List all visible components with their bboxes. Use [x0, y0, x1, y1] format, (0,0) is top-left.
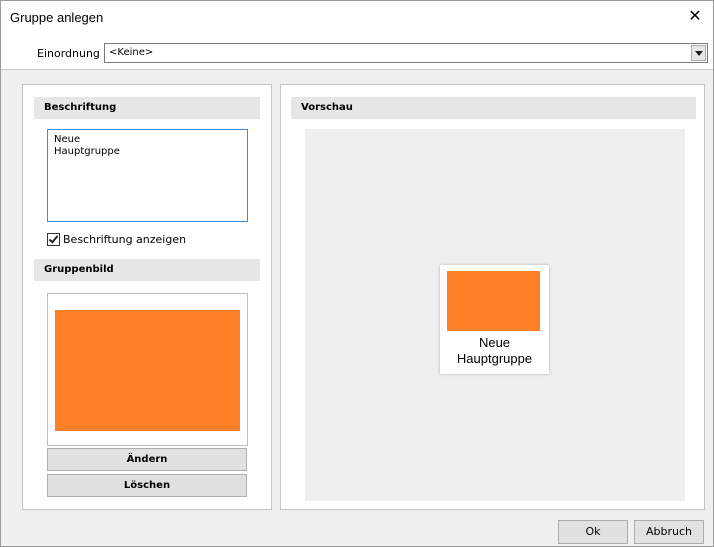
window-title: Gruppe anlegen: [10, 10, 104, 25]
checkmark-icon: [48, 233, 59, 244]
preview-panel: Vorschau Neue Hauptgruppe: [280, 84, 705, 510]
ok-button[interactable]: Ok: [558, 520, 628, 544]
einordnung-value: <Keine>: [109, 47, 154, 58]
chevron-down-icon: [695, 51, 703, 56]
beschriftung-textarea[interactable]: Neue Hauptgruppe: [47, 129, 248, 222]
preview-tile-image: [447, 271, 540, 331]
einordnung-select[interactable]: <Keine>: [104, 43, 708, 63]
vorschau-header: Vorschau: [291, 97, 696, 119]
group-image-swatch: [55, 310, 240, 431]
group-image-box: [47, 293, 248, 446]
title-bar: Gruppe anlegen ✕: [1, 1, 713, 34]
dialog-window: Gruppe anlegen ✕ Einordnung <Keine> Besc…: [0, 0, 714, 547]
settings-panel: Beschriftung Neue Hauptgruppe Beschriftu…: [22, 84, 272, 510]
beschriftung-header: Beschriftung: [34, 97, 260, 119]
show-label-checkbox[interactable]: [47, 233, 60, 246]
change-image-button[interactable]: Ändern: [47, 448, 247, 471]
gruppenbild-header: Gruppenbild: [34, 259, 260, 281]
dropdown-button[interactable]: [691, 45, 706, 61]
preview-area: Neue Hauptgruppe: [305, 129, 685, 501]
show-label-text: Beschriftung anzeigen: [63, 233, 187, 246]
preview-tile-caption: Neue Hauptgruppe: [456, 335, 533, 366]
einordnung-bar: Einordnung <Keine>: [1, 34, 713, 70]
einordnung-label: Einordnung: [37, 47, 100, 60]
preview-tile: Neue Hauptgruppe: [440, 265, 549, 374]
cancel-button[interactable]: Abbruch: [634, 520, 704, 544]
delete-image-button[interactable]: Löschen: [47, 474, 247, 497]
close-icon[interactable]: ✕: [685, 6, 705, 26]
